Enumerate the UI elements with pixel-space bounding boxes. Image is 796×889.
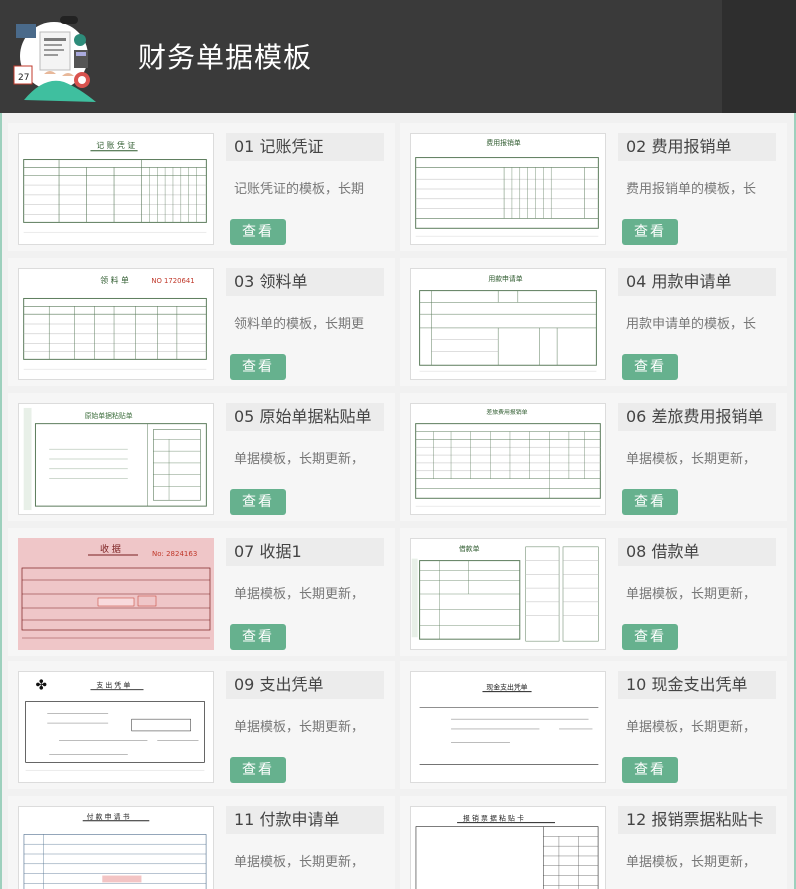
view-button[interactable]: 查看	[230, 624, 286, 650]
view-button[interactable]: 查看	[230, 354, 286, 380]
card-description: 记账凭证的模板，长期	[234, 182, 365, 197]
thumbnail-10[interactable]: 现金支出凭单	[410, 671, 606, 783]
thumb-heading: 领 料 单	[100, 275, 129, 285]
card-description: 用款申请单的模板，长	[626, 317, 757, 332]
thumbnail-05[interactable]: 原始单据粘贴单	[18, 403, 214, 515]
thumb-heading: 现金支出凭单	[486, 683, 527, 692]
view-button[interactable]: 查看	[230, 757, 286, 783]
thumb-heading: 原始单据粘贴单	[85, 411, 133, 420]
thumbnail-08[interactable]: 借款单	[410, 538, 606, 650]
loan-form-preview-icon: 借款单	[411, 539, 605, 649]
page-title: 财务单据模板	[138, 41, 313, 74]
thumbnail-11[interactable]: 付 款 申 请 书	[18, 806, 214, 889]
material-requisition-preview-icon: 领 料 单 NO 1720641	[19, 269, 213, 379]
view-button[interactable]: 查看	[230, 489, 286, 515]
payment-application-preview-icon: 付 款 申 请 书	[20, 807, 212, 889]
card-10: 现金支出凭单 10 现金支出凭单 单据模板，长期更新， 查看	[400, 661, 787, 789]
thumb-heading: 借款单	[459, 544, 480, 553]
thumbnail-03[interactable]: 领 料 单 NO 1720641	[18, 268, 214, 380]
card-description: 单据模板，长期更新，	[626, 452, 757, 467]
card-07: 收 据 No: 2824163 07 收据1 单据模板，长期更新， 查看	[8, 528, 395, 656]
thumb-heading: 收 据	[100, 543, 121, 555]
card-title[interactable]: 09 支出凭单	[226, 671, 384, 699]
card-description: 单据模板，长期更新，	[234, 855, 365, 870]
card-description: 单据模板，长期更新，	[626, 587, 757, 602]
thumb-heading: 差旅费用报销单	[486, 408, 527, 416]
thumb-heading: 付 款 申 请 书	[87, 812, 130, 821]
card-title[interactable]: 01 记账凭证	[226, 133, 384, 161]
receipt-paste-sheet-preview-icon: 原始单据粘贴单	[19, 404, 213, 514]
travel-expense-preview-icon: 差旅费用报销单	[411, 404, 605, 514]
thumbnail-01[interactable]: 记 账 凭 证	[18, 133, 214, 245]
card-02: 费用报销单 02 费用报销单 费用报销单的模板，长 查看	[400, 123, 787, 251]
view-button[interactable]: 查看	[230, 219, 286, 245]
view-button[interactable]: 查看	[622, 757, 678, 783]
reimbursement-card-preview-icon: 报 销 票 据 粘 贴 卡	[412, 807, 604, 889]
card-title[interactable]: 05 原始单据粘贴单	[226, 403, 384, 431]
card-description: 领料单的模板，长期更	[234, 317, 365, 332]
voucher-preview-icon: 记 账 凭 证	[19, 134, 213, 244]
view-button[interactable]: 查看	[622, 354, 678, 380]
thumb-number: No: 2824163	[152, 550, 197, 558]
card-11: 付 款 申 请 书 11 付款申请单 单据模板，长期更新，	[8, 796, 395, 889]
card-03: 领 料 单 NO 1720641 03 领料单 领料单的模板，长期更 查看	[8, 258, 395, 386]
finance-logo-icon: 27	[13, 16, 96, 102]
card-title[interactable]: 12 报销票据粘贴卡	[618, 806, 776, 834]
thumbnail-07[interactable]: 收 据 No: 2824163	[18, 538, 214, 650]
card-description: 单据模板，长期更新，	[626, 855, 757, 870]
clover-icon: ✤	[35, 678, 47, 694]
view-button[interactable]: 查看	[622, 624, 678, 650]
expenditure-voucher-preview-icon: ✤ 支 出 凭 单	[19, 672, 213, 782]
view-button[interactable]: 查看	[622, 219, 678, 245]
card-title[interactable]: 07 收据1	[226, 538, 384, 566]
view-button[interactable]: 查看	[622, 489, 678, 515]
payment-request-preview-icon: 用款申请单	[411, 269, 605, 379]
thumb-heading: 用款申请单	[488, 274, 522, 283]
page-header: 27 财务单据模板	[0, 0, 796, 113]
header-right-strip	[722, 0, 796, 113]
expense-form-preview-icon: 费用报销单	[411, 134, 605, 244]
card-title[interactable]: 10 现金支出凭单	[618, 671, 776, 699]
card-05: 原始单据粘贴单 05 原始单据粘贴单 单据模板，长期更新， 查看	[8, 393, 395, 521]
card-08: 借款单 08 借款单 单据模板，长期更新， 查看	[400, 528, 787, 656]
thumb-number: NO 1720641	[151, 277, 194, 285]
thumbnail-06[interactable]: 差旅费用报销单	[410, 403, 606, 515]
cash-voucher-preview-icon: 现金支出凭单	[411, 672, 605, 782]
thumbnail-04[interactable]: 用款申请单	[410, 268, 606, 380]
card-01: 记 账 凭 证 01 记账凭证 记账凭证的模板，长期 查看	[8, 123, 395, 251]
card-title[interactable]: 02 费用报销单	[618, 133, 776, 161]
card-title[interactable]: 06 差旅费用报销单	[618, 403, 776, 431]
thumbnail-12[interactable]: 报 销 票 据 粘 贴 卡	[410, 806, 606, 889]
thumb-heading: 支 出 凭 单	[96, 681, 130, 690]
card-09: ✤ 支 出 凭 单 09 支出凭单 单据模板，长期更新， 查看	[8, 661, 395, 789]
card-title[interactable]: 08 借款单	[618, 538, 776, 566]
card-description: 单据模板，长期更新，	[626, 720, 757, 735]
card-12: 报 销 票 据 粘 贴 卡 12 报销票据粘贴卡 单据模板，长期更新，	[400, 796, 787, 889]
thumbnail-09[interactable]: ✤ 支 出 凭 单	[18, 671, 214, 783]
card-title[interactable]: 03 领料单	[226, 268, 384, 296]
card-description: 费用报销单的模板，长	[626, 182, 757, 197]
thumbnail-02[interactable]: 费用报销单	[410, 133, 606, 245]
card-title[interactable]: 11 付款申请单	[226, 806, 384, 834]
svg-text:27: 27	[18, 73, 29, 83]
card-04: 用款申请单 04 用款申请单 用款申请单的模板，长 查看	[400, 258, 787, 386]
thumb-heading: 报 销 票 据 粘 贴 卡	[463, 814, 524, 823]
card-description: 单据模板，长期更新，	[234, 587, 365, 602]
card-06: 差旅费用报销单 06 差旅费用报销单 单据模板，长期更新， 查看	[400, 393, 787, 521]
receipt-preview-icon: 收 据 No: 2824163	[18, 538, 214, 650]
card-description: 单据模板，长期更新，	[234, 452, 365, 467]
thumb-heading: 费用报销单	[486, 138, 520, 147]
template-grid: 记 账 凭 证 01 记账凭证 记账凭证的模板，长期 查看 费用报销单 02 费…	[0, 113, 796, 889]
card-description: 单据模板，长期更新，	[234, 720, 365, 735]
card-title[interactable]: 04 用款申请单	[618, 268, 776, 296]
thumb-heading: 记 账 凭 证	[96, 140, 135, 150]
